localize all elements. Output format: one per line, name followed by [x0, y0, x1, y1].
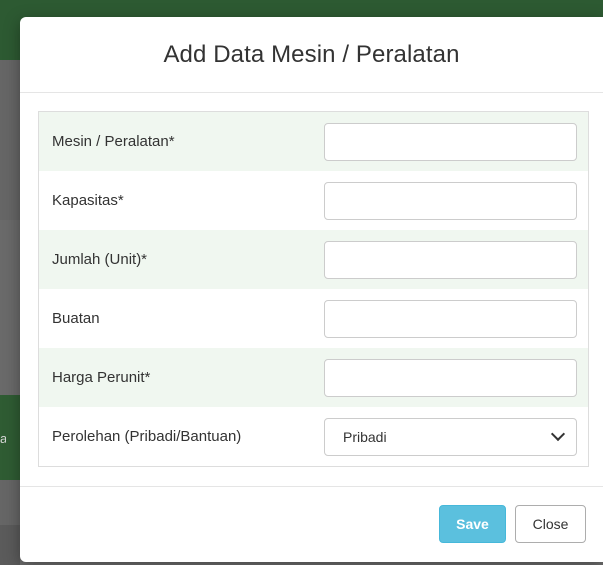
backdrop-panel — [0, 60, 20, 220]
field-label: Mesin / Peralatan* — [52, 133, 175, 150]
close-button[interactable]: Close — [515, 505, 586, 543]
backdrop-panel — [0, 480, 20, 525]
kapasitas-input[interactable] — [324, 181, 577, 220]
field-label: Perolehan (Pribadi/Bantuan) — [52, 428, 242, 445]
form-row-perolehan: Perolehan (Pribadi/Bantuan) Pribadi — [39, 407, 588, 466]
add-data-modal: Add Data Mesin / Peralatan Mesin / Peral… — [20, 17, 603, 562]
form-table: Mesin / Peralatan* Kapasitas* Jumlah (Un… — [38, 111, 589, 467]
jumlah-unit-input[interactable] — [324, 240, 577, 279]
backdrop-panel — [0, 220, 20, 395]
form-row-harga: Harga Perunit* — [39, 348, 588, 407]
perolehan-select[interactable]: Pribadi — [324, 417, 577, 456]
modal-footer: Save Close — [20, 486, 603, 562]
modal-title: Add Data Mesin / Peralatan — [163, 40, 460, 68]
mesin-peralatan-input[interactable] — [324, 122, 577, 161]
form-row-mesin: Mesin / Peralatan* — [39, 112, 588, 171]
harga-perunit-input[interactable] — [324, 358, 577, 397]
form-row-kapasitas: Kapasitas* — [39, 171, 588, 230]
save-button[interactable]: Save — [439, 505, 506, 543]
backdrop-text-fragment: a — [0, 431, 6, 446]
backdrop-panel — [0, 525, 20, 565]
perolehan-selected-value: Pribadi — [343, 428, 387, 445]
field-label: Harga Perunit* — [52, 369, 151, 386]
field-label: Buatan — [52, 310, 100, 327]
form-row-jumlah: Jumlah (Unit)* — [39, 230, 588, 289]
form-row-buatan: Buatan — [39, 289, 588, 348]
buatan-input[interactable] — [324, 299, 577, 338]
modal-header: Add Data Mesin / Peralatan — [20, 17, 603, 93]
chevron-down-icon — [550, 426, 566, 442]
modal-body: Mesin / Peralatan* Kapasitas* Jumlah (Un… — [20, 93, 603, 467]
field-label: Kapasitas* — [52, 192, 124, 209]
field-label: Jumlah (Unit)* — [52, 251, 148, 268]
